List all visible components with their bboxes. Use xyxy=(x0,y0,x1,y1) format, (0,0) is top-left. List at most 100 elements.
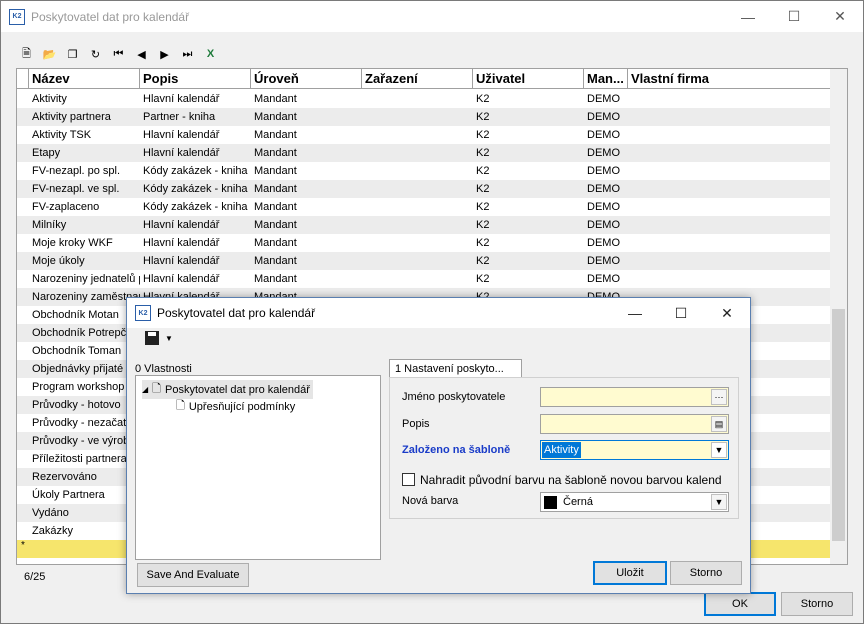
table-cell[interactable]: DEMO xyxy=(584,108,628,126)
table-cell[interactable]: Mandant xyxy=(251,126,362,144)
table-row[interactable]: Moje kroky WKF Hlavní kalendář Mandant K2 DE… xyxy=(17,234,830,252)
table-cell[interactable]: Úkoly Partnera xyxy=(29,486,140,504)
row-indicator[interactable] xyxy=(17,342,29,360)
refresh-icon[interactable]: ↻ xyxy=(86,45,105,64)
table-cell[interactable]: DEMO xyxy=(584,162,628,180)
row-indicator[interactable] xyxy=(17,486,29,504)
table-cell[interactable]: Moje kroky WKF xyxy=(29,234,140,252)
table-row[interactable]: Milníky Hlavní kalendář Mandant K2 DEMO xyxy=(17,216,830,234)
row-indicator[interactable] xyxy=(17,324,29,342)
new-color-select[interactable]: Černá ▼ xyxy=(540,492,729,512)
table-cell[interactable]: Narozeniny jednatelů p xyxy=(29,270,140,288)
next-record-icon[interactable]: ▶ xyxy=(155,45,174,64)
table-cell[interactable]: K2 xyxy=(473,144,584,162)
column-header-own-company[interactable]: Vlastní firma xyxy=(628,69,830,89)
table-cell[interactable]: Aktivity xyxy=(29,90,140,108)
table-cell[interactable]: Obchodník Toman xyxy=(29,342,140,360)
description-field[interactable]: ▤ xyxy=(540,414,729,434)
copy-icon[interactable]: ❐ xyxy=(63,45,82,64)
table-cell[interactable] xyxy=(362,126,473,144)
table-cell[interactable]: K2 xyxy=(473,126,584,144)
table-cell[interactable]: Mandant xyxy=(251,216,362,234)
last-record-icon[interactable]: ⏭ xyxy=(178,45,197,64)
row-indicator[interactable] xyxy=(17,378,29,396)
row-indicator[interactable] xyxy=(17,108,29,126)
text-editor-icon[interactable]: ▤ xyxy=(711,416,727,432)
properties-tree[interactable]: ◢ 🗋 Poskytovatel dat pro kalendář 🗋 Upře… xyxy=(135,375,381,560)
open-folder-icon[interactable]: 📂 xyxy=(40,45,59,64)
table-cell[interactable]: DEMO xyxy=(584,270,628,288)
table-cell[interactable]: DEMO xyxy=(584,198,628,216)
collapse-icon[interactable]: ◢ xyxy=(142,385,148,394)
table-cell[interactable]: Průvodky - hotovo xyxy=(29,396,140,414)
table-cell[interactable]: K2 xyxy=(473,90,584,108)
table-cell[interactable] xyxy=(628,252,830,270)
table-cell[interactable] xyxy=(362,180,473,198)
table-cell[interactable]: Obchodník Potrepča xyxy=(29,324,140,342)
table-cell[interactable]: Rezervováno xyxy=(29,468,140,486)
table-cell[interactable]: FV-zaplaceno xyxy=(29,198,140,216)
dropdown-arrow-icon[interactable]: ▼ xyxy=(165,334,173,343)
row-indicator[interactable] xyxy=(17,414,29,432)
table-cell[interactable]: K2 xyxy=(473,252,584,270)
table-row[interactable]: FV-nezapl. ve spl. Kódy zakázek - kniha Ma… xyxy=(17,180,830,198)
table-cell[interactable]: Objednávky přijaté xyxy=(29,360,140,378)
ellipsis-icon[interactable]: ⋯ xyxy=(711,389,727,405)
row-indicator[interactable] xyxy=(17,360,29,378)
row-indicator[interactable] xyxy=(17,468,29,486)
table-cell[interactable]: Hlavní kalendář xyxy=(140,234,251,252)
table-cell[interactable]: Hlavní kalendář xyxy=(140,144,251,162)
table-cell[interactable] xyxy=(628,198,830,216)
table-cell[interactable] xyxy=(362,216,473,234)
table-cell[interactable]: Milníky xyxy=(29,216,140,234)
close-button[interactable]: ✕ xyxy=(817,1,863,32)
dialog-cancel-button[interactable]: Storno xyxy=(670,561,742,585)
column-header-description[interactable]: Popis xyxy=(140,69,251,89)
table-cell[interactable]: K2 xyxy=(473,180,584,198)
table-cell[interactable]: Průvodky - nezačato xyxy=(29,414,140,432)
table-cell[interactable] xyxy=(362,108,473,126)
dialog-maximize-button[interactable]: ☐ xyxy=(658,298,704,328)
column-header-user[interactable]: Uživatel xyxy=(473,69,584,89)
chevron-down-icon[interactable]: ▼ xyxy=(711,442,727,458)
tree-node-conditions[interactable]: 🗋 Upřesňující podmínky xyxy=(176,397,295,416)
table-cell[interactable]: DEMO xyxy=(584,180,628,198)
row-indicator[interactable] xyxy=(17,126,29,144)
table-cell[interactable]: Hlavní kalendář xyxy=(140,252,251,270)
table-cell[interactable] xyxy=(628,216,830,234)
table-cell[interactable] xyxy=(628,234,830,252)
row-indicator[interactable] xyxy=(17,306,29,324)
save-disk-icon[interactable] xyxy=(145,331,159,345)
table-row[interactable]: Aktivity TSK Hlavní kalendář Mandant K2 DEMO xyxy=(17,126,830,144)
table-row[interactable]: Etapy Hlavní kalendář Mandant K2 DEMO xyxy=(17,144,830,162)
table-cell[interactable] xyxy=(628,162,830,180)
ok-button[interactable]: OK xyxy=(704,592,776,616)
previous-record-icon[interactable]: ◀ xyxy=(132,45,151,64)
table-cell[interactable]: Kódy zakázek - kniha xyxy=(140,198,251,216)
row-indicator[interactable] xyxy=(17,144,29,162)
table-cell[interactable]: Obchodník Motan xyxy=(29,306,140,324)
table-cell[interactable]: Mandant xyxy=(251,90,362,108)
table-cell[interactable] xyxy=(362,90,473,108)
table-cell[interactable]: FV-nezapl. po spl. xyxy=(29,162,140,180)
minimize-button[interactable]: — xyxy=(725,1,771,32)
dialog-minimize-button[interactable]: — xyxy=(612,298,658,328)
save-button[interactable]: Uložit xyxy=(593,561,667,585)
column-header-level[interactable]: Úroveň xyxy=(251,69,362,89)
main-cancel-button[interactable]: Storno xyxy=(781,592,853,616)
table-row[interactable]: Aktivity Hlavní kalendář Mandant K2 DEMO xyxy=(17,90,830,108)
column-header-category[interactable]: Zařazení xyxy=(362,69,473,89)
table-row[interactable]: FV-nezapl. po spl. Kódy zakázek - kniha Ma… xyxy=(17,162,830,180)
row-indicator[interactable] xyxy=(17,216,29,234)
row-indicator[interactable] xyxy=(17,522,29,540)
table-cell[interactable]: K2 xyxy=(473,234,584,252)
table-cell[interactable]: DEMO xyxy=(584,126,628,144)
table-cell[interactable]: Hlavní kalendář xyxy=(140,216,251,234)
table-cell[interactable] xyxy=(628,180,830,198)
table-cell[interactable]: Narozeniny zaměstnan xyxy=(29,288,140,306)
table-row[interactable]: FV-zaplaceno Kódy zakázek - kniha Mandant K… xyxy=(17,198,830,216)
replace-color-checkbox[interactable] xyxy=(402,473,415,486)
table-cell[interactable]: Mandant xyxy=(251,180,362,198)
table-cell[interactable]: DEMO xyxy=(584,216,628,234)
table-cell[interactable] xyxy=(628,144,830,162)
